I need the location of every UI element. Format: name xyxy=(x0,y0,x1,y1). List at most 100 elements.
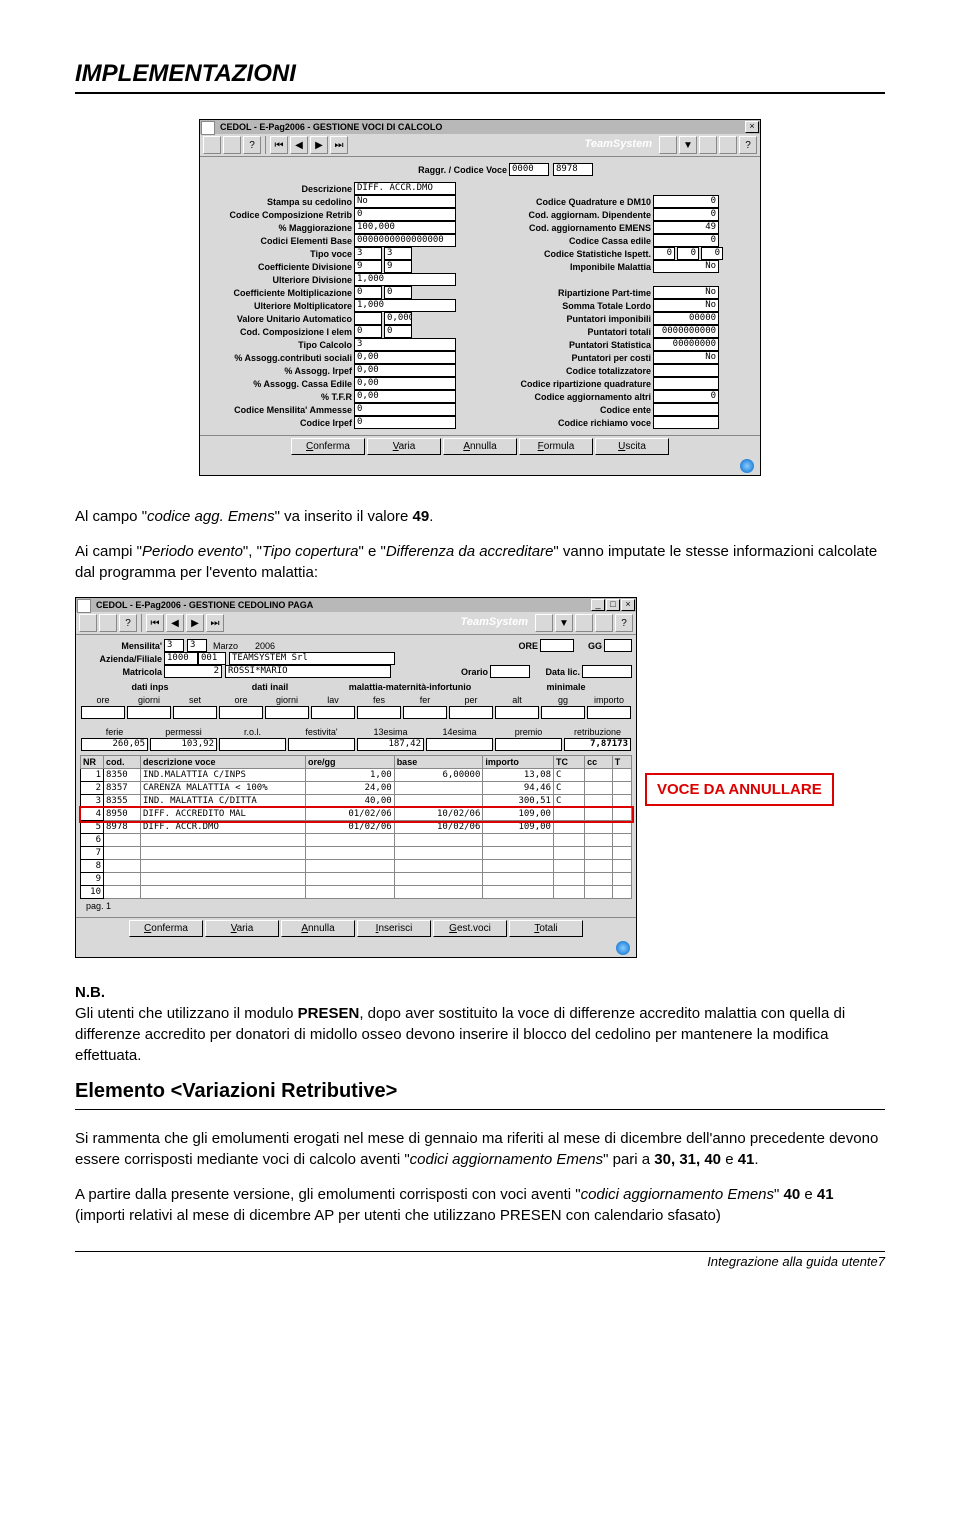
table-row[interactable]: 10 xyxy=(81,886,632,899)
field-value[interactable]: 0 xyxy=(677,247,699,260)
field-value[interactable] xyxy=(587,706,631,719)
field-value[interactable]: 0 xyxy=(653,390,719,403)
tool-btn-a[interactable] xyxy=(535,614,553,632)
field-value[interactable]: No xyxy=(354,195,456,208)
field-value[interactable]: 1,000 xyxy=(354,299,456,312)
field-value[interactable] xyxy=(495,706,539,719)
field-value[interactable]: 0000000000000000 xyxy=(354,234,456,247)
tool-btn-1[interactable] xyxy=(203,136,221,154)
table-row[interactable]: 9 xyxy=(81,873,632,886)
field-gg[interactable] xyxy=(604,639,632,652)
field-value[interactable]: 9 xyxy=(384,260,412,273)
field-value[interactable] xyxy=(653,416,719,429)
table-row[interactable]: 18350IND.MALATTIA C/INPS1,006,0000013,08… xyxy=(81,769,632,782)
field-value[interactable]: No xyxy=(653,286,719,299)
table-row[interactable]: 48950DIFF. ACCREDITO MAL01/02/0610/02/06… xyxy=(81,808,632,821)
field-value[interactable]: 0 xyxy=(354,208,456,221)
field-mensilita-1[interactable]: 3 xyxy=(164,639,184,652)
gest-voci-button[interactable]: Gest.voci xyxy=(433,920,507,937)
inserisci-button[interactable]: Inserisci xyxy=(357,920,431,937)
field-value[interactable] xyxy=(357,706,401,719)
field-value[interactable] xyxy=(653,364,719,377)
field-value[interactable]: No xyxy=(653,351,719,364)
field-value[interactable]: 3 xyxy=(354,247,382,260)
field-value[interactable]: 0 xyxy=(354,403,456,416)
tool-btn-2[interactable] xyxy=(223,136,241,154)
table-row[interactable]: 7 xyxy=(81,847,632,860)
table-row[interactable]: 6 xyxy=(81,834,632,847)
nav-next-icon[interactable]: ▶ xyxy=(310,136,328,154)
field-value[interactable] xyxy=(288,738,355,751)
varia-button[interactable]: Varia xyxy=(367,438,441,455)
field-value[interactable]: 0 xyxy=(653,195,719,208)
field-value[interactable] xyxy=(653,377,719,390)
field-value[interactable]: 0,00 xyxy=(354,377,456,390)
tool-btn-c[interactable] xyxy=(575,614,593,632)
field-value[interactable]: 0,00000 xyxy=(384,312,412,325)
field-value[interactable]: 0 xyxy=(653,208,719,221)
field-codice-voce[interactable]: 8978 xyxy=(553,163,593,176)
tool-help-icon[interactable]: ? xyxy=(739,136,757,154)
close-icon[interactable]: × xyxy=(745,121,759,133)
field-value[interactable]: 1,000 xyxy=(354,273,456,286)
field-azienda-nome[interactable]: TEAMSYSTEM Srl xyxy=(229,652,395,665)
nav-next-icon[interactable]: ▶ xyxy=(186,614,204,632)
field-value[interactable] xyxy=(311,706,355,719)
field-value[interactable]: 0,00 xyxy=(354,390,456,403)
table-row[interactable]: 28357CARENZA MALATTIA < 100%24,0094,46C xyxy=(81,782,632,795)
field-value[interactable]: 3 xyxy=(384,247,412,260)
tool-btn-2[interactable] xyxy=(99,614,117,632)
tool-btn-1[interactable] xyxy=(79,614,97,632)
field-mensilita-2[interactable]: 3 xyxy=(187,639,207,652)
close-icon[interactable]: × xyxy=(621,599,635,611)
field-value[interactable]: No xyxy=(653,260,719,273)
annulla-button[interactable]: Annulla xyxy=(281,920,355,937)
varia-button[interactable]: Varia xyxy=(205,920,279,937)
field-value[interactable] xyxy=(173,706,217,719)
conferma-button[interactable]: Conferma xyxy=(291,438,365,455)
table-row[interactable]: 8 xyxy=(81,860,632,873)
field-value[interactable]: 0,00 xyxy=(354,364,456,377)
totali-button[interactable]: Totali xyxy=(509,920,583,937)
field-value[interactable]: No xyxy=(653,299,719,312)
uscita-button[interactable]: Uscita xyxy=(595,438,669,455)
tool-btn-d[interactable] xyxy=(595,614,613,632)
field-value[interactable]: 0 xyxy=(653,234,719,247)
field-azienda[interactable]: 1000 xyxy=(164,652,198,665)
tool-btn-a[interactable] xyxy=(659,136,677,154)
field-value[interactable]: 00000 xyxy=(653,312,719,325)
nav-prev-icon[interactable]: ◀ xyxy=(290,136,308,154)
field-value[interactable]: 103,92 xyxy=(150,738,217,751)
field-value[interactable] xyxy=(449,706,493,719)
field-value[interactable]: 0,00 xyxy=(354,351,456,364)
field-value[interactable]: 9 xyxy=(354,260,382,273)
tool-btn-b[interactable]: ▼ xyxy=(555,614,573,632)
field-value[interactable] xyxy=(219,706,263,719)
tool-help-icon[interactable]: ? xyxy=(615,614,633,632)
conferma-button[interactable]: Conferma xyxy=(129,920,203,937)
field-orario[interactable] xyxy=(490,665,530,678)
table-row[interactable]: 38355IND. MALATTIA C/DITTA40,00300,51C xyxy=(81,795,632,808)
annulla-button[interactable]: Annulla xyxy=(443,438,517,455)
field-value[interactable]: 100,000 xyxy=(354,221,456,234)
field-datalic[interactable] xyxy=(582,665,632,678)
field-value[interactable]: 0 xyxy=(384,325,412,338)
maximize-icon[interactable]: □ xyxy=(606,599,620,611)
field-value[interactable]: 3 xyxy=(354,338,456,351)
field-matricola-nome[interactable]: ROSSI*MARIO xyxy=(225,665,391,678)
tool-btn-d[interactable] xyxy=(719,136,737,154)
field-ore[interactable] xyxy=(540,639,574,652)
tool-btn-c[interactable] xyxy=(699,136,717,154)
field-raggr[interactable]: 0000 xyxy=(509,163,549,176)
nav-first-icon[interactable]: ⏮ xyxy=(270,136,288,154)
field-value[interactable]: 00000000 xyxy=(653,338,719,351)
field-value[interactable]: 0000000000 xyxy=(653,325,719,338)
help-icon[interactable]: ? xyxy=(243,136,261,154)
field-value[interactable]: DIFF. ACCR.DMO xyxy=(354,182,456,195)
field-value[interactable] xyxy=(354,312,382,325)
field-value[interactable]: 0 xyxy=(354,325,382,338)
field-value[interactable] xyxy=(403,706,447,719)
field-value[interactable] xyxy=(541,706,585,719)
minimize-icon[interactable]: _ xyxy=(591,599,605,611)
field-value[interactable]: 7,87173 xyxy=(564,738,631,751)
